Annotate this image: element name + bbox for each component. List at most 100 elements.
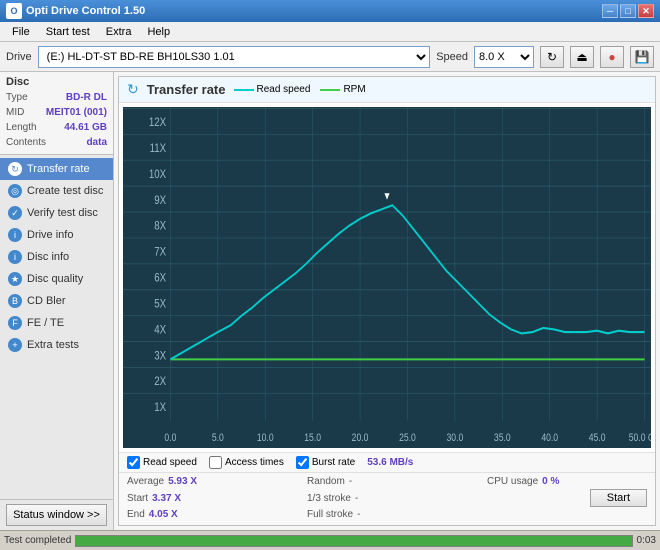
- access-times-checkbox-group: Access times: [209, 456, 284, 469]
- svg-text:30.0: 30.0: [446, 432, 463, 444]
- disc-type-row: Type BD-R DL: [6, 90, 107, 105]
- svg-text:8X: 8X: [154, 220, 166, 233]
- svg-text:6X: 6X: [154, 272, 166, 285]
- disc-length-row: Length 44.61 GB: [6, 120, 107, 135]
- svg-text:15.0: 15.0: [304, 432, 321, 444]
- progress-bar: [75, 535, 632, 547]
- svg-text:35.0: 35.0: [494, 432, 511, 444]
- svg-text:20.0: 20.0: [352, 432, 369, 444]
- start-button[interactable]: Start: [590, 489, 647, 507]
- stat-full-stroke: Full stroke -: [307, 509, 467, 520]
- stat-full-stroke-label: Full stroke: [307, 509, 353, 520]
- svg-text:5.0: 5.0: [212, 432, 224, 444]
- stat-cpu-val: 0 %: [542, 476, 559, 487]
- nav-cd-bler[interactable]: B CD Bler: [0, 290, 113, 312]
- disc-mid-label: MID: [6, 105, 24, 120]
- stats-row-2: Start 3.37 X 1/3 stroke - Start: [127, 489, 647, 507]
- nav-create-test-disc[interactable]: ◎ Create test disc: [0, 180, 113, 202]
- read-speed-checkbox[interactable]: [127, 456, 140, 469]
- stat-full-stroke-val: -: [357, 509, 360, 520]
- nav-icon-drive-info: i: [8, 228, 22, 242]
- nav-icon-transfer-rate: ↻: [8, 162, 22, 176]
- speed-select[interactable]: 8.0 X: [474, 46, 534, 68]
- chart-controls: Read speed Access times Burst rate 53.6 …: [119, 452, 655, 472]
- nav-transfer-rate[interactable]: ↻ Transfer rate: [0, 158, 113, 180]
- svg-text:11X: 11X: [150, 142, 167, 155]
- menu-bar: File Start test Extra Help: [0, 22, 660, 42]
- nav-disc-quality[interactable]: ★ Disc quality: [0, 268, 113, 290]
- disc-type-val: BD-R DL: [66, 90, 107, 105]
- disc-contents-label: Contents: [6, 135, 46, 150]
- burst-rate-checkbox[interactable]: [296, 456, 309, 469]
- menu-help[interactable]: Help: [139, 25, 178, 39]
- close-button[interactable]: ✕: [638, 4, 654, 18]
- access-times-label: Access times: [225, 457, 284, 468]
- chart-icon: ↻: [127, 81, 139, 98]
- legend-label-rpm: RPM: [343, 84, 365, 95]
- disc-info-panel: Disc Type BD-R DL MID MEIT01 (001) Lengt…: [0, 72, 113, 155]
- stat-start-label: Start: [127, 493, 148, 504]
- svg-text:12X: 12X: [149, 116, 167, 129]
- stat-random-label: Random: [307, 476, 345, 487]
- nav-label-fe-te: FE / TE: [27, 317, 64, 329]
- disc-mid-val: MEIT01 (001): [46, 105, 107, 120]
- svg-text:9X: 9X: [154, 194, 166, 207]
- svg-text:10.0: 10.0: [257, 432, 274, 444]
- drive-bar: Drive (E:) HL-DT-ST BD-RE BH10LS30 1.01 …: [0, 42, 660, 72]
- nav-verify-test-disc[interactable]: ✓ Verify test disc: [0, 202, 113, 224]
- nav-icon-create-test-disc: ◎: [8, 184, 22, 198]
- svg-text:3X: 3X: [154, 349, 166, 362]
- stat-end-val: 4.05 X: [149, 509, 178, 520]
- svg-text:50.0 GB: 50.0 GB: [629, 432, 651, 444]
- legend-rpm: RPM: [320, 84, 365, 95]
- maximize-button[interactable]: □: [620, 4, 636, 18]
- eject-button[interactable]: ⏏: [570, 46, 594, 68]
- nav-label-extra-tests: Extra tests: [27, 339, 79, 351]
- legend-color-cyan: [234, 89, 254, 91]
- nav-label-disc-quality: Disc quality: [27, 273, 83, 285]
- menu-file[interactable]: File: [4, 25, 38, 39]
- access-times-checkbox[interactable]: [209, 456, 222, 469]
- drive-select[interactable]: (E:) HL-DT-ST BD-RE BH10LS30 1.01: [38, 46, 431, 68]
- minimize-button[interactable]: ─: [602, 4, 618, 18]
- nav-fe-te[interactable]: F FE / TE: [0, 312, 113, 334]
- main-content: ↻ Transfer rate Read speed RPM: [114, 72, 660, 530]
- nav-extra-tests[interactable]: + Extra tests: [0, 334, 113, 356]
- sidebar-bottom: Status window >>: [0, 499, 113, 530]
- menu-extra[interactable]: Extra: [98, 25, 140, 39]
- burn-button[interactable]: ●: [600, 46, 624, 68]
- stat-avg-label: Average: [127, 476, 164, 487]
- nav-disc-info[interactable]: i Disc info: [0, 246, 113, 268]
- legend-read-speed: Read speed: [234, 84, 311, 95]
- stat-end-label: End: [127, 509, 145, 520]
- svg-text:0.0: 0.0: [164, 432, 176, 444]
- speed-label: Speed: [436, 51, 468, 63]
- nav-label-verify-test-disc: Verify test disc: [27, 207, 98, 219]
- stat-average: Average 5.93 X: [127, 476, 287, 487]
- nav-label-cd-bler: CD Bler: [27, 295, 66, 307]
- app-title: Opti Drive Control 1.50: [26, 5, 602, 17]
- nav-label-disc-info: Disc info: [27, 251, 69, 263]
- disc-length-label: Length: [6, 120, 37, 135]
- stat-cpu: CPU usage 0 %: [487, 476, 647, 487]
- legend-color-green: [320, 89, 340, 91]
- svg-text:2X: 2X: [154, 375, 166, 388]
- nav-label-transfer-rate: Transfer rate: [27, 163, 90, 175]
- main-layout: Disc Type BD-R DL MID MEIT01 (001) Lengt…: [0, 72, 660, 530]
- stat-end: End 4.05 X: [127, 509, 287, 520]
- burst-rate-label: Burst rate: [312, 457, 355, 468]
- svg-text:▼: ▼: [383, 191, 392, 203]
- menu-start-test[interactable]: Start test: [38, 25, 98, 39]
- svg-text:25.0: 25.0: [399, 432, 416, 444]
- nav-icon-disc-quality: ★: [8, 272, 22, 286]
- chart-title: Transfer rate: [147, 82, 226, 97]
- save-button[interactable]: 💾: [630, 46, 654, 68]
- burst-rate-value: 53.6 MB/s: [367, 457, 413, 468]
- nav-label-create-test-disc: Create test disc: [27, 185, 103, 197]
- nav-drive-info[interactable]: i Drive info: [0, 224, 113, 246]
- disc-contents-row: Contents data: [6, 135, 107, 150]
- chart-legend: Read speed RPM: [234, 84, 366, 95]
- refresh-button[interactable]: ↻: [540, 46, 564, 68]
- status-window-button[interactable]: Status window >>: [6, 504, 107, 526]
- status-bar: Test completed 0:03: [0, 530, 660, 550]
